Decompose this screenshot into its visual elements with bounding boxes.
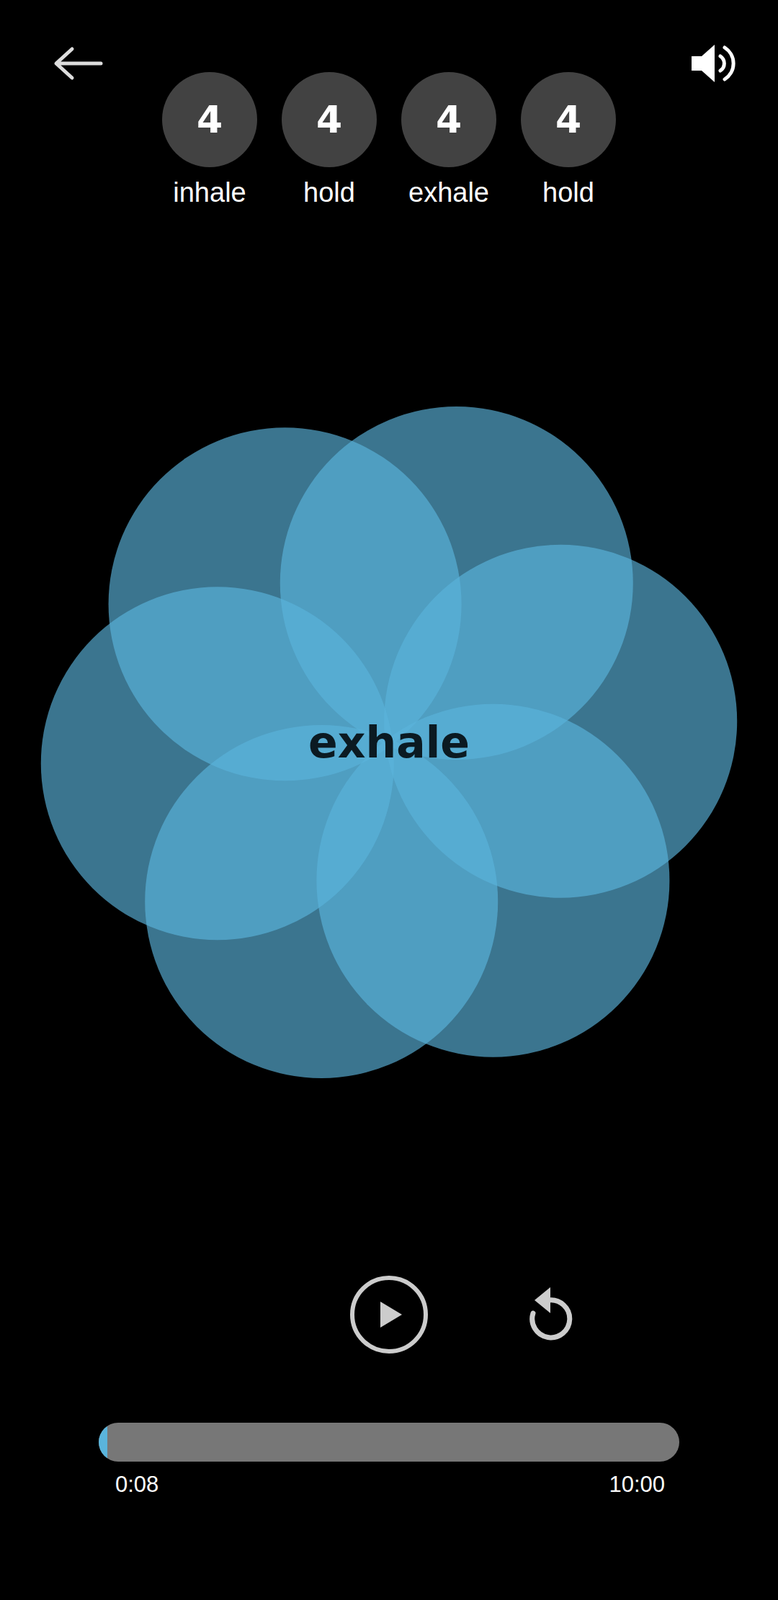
breath-steps: 4 inhale 4 hold 4 exhale 4 hold xyxy=(129,37,649,209)
progress-fill xyxy=(98,1422,108,1461)
phase-label: exhale xyxy=(0,716,778,768)
step-count[interactable]: 4 xyxy=(401,72,497,168)
breathing-screen: 4 inhale 4 hold 4 exhale 4 hold exhale 0:08 10:00 xyxy=(0,0,778,1600)
play-icon xyxy=(348,1273,430,1355)
total-time: 10:00 xyxy=(608,1470,665,1497)
breath-step[interactable]: 4 hold xyxy=(520,72,616,209)
elapsed-time: 0:08 xyxy=(115,1470,159,1497)
step-count[interactable]: 4 xyxy=(162,72,258,168)
back-button[interactable] xyxy=(51,37,104,90)
step-label: hold xyxy=(303,177,356,209)
step-label: hold xyxy=(542,177,595,209)
breath-step[interactable]: 4 hold xyxy=(281,72,377,209)
progress-track[interactable] xyxy=(98,1422,680,1461)
step-count[interactable]: 4 xyxy=(520,72,616,168)
speaker-icon xyxy=(687,37,740,90)
time-row: 0:08 10:00 xyxy=(98,1460,680,1497)
play-button[interactable] xyxy=(348,1273,430,1355)
back-arrow-icon xyxy=(51,46,104,81)
progress: 0:08 10:00 xyxy=(0,1422,778,1497)
restart-icon xyxy=(518,1279,580,1349)
sound-button[interactable] xyxy=(687,37,740,90)
step-label: exhale xyxy=(408,177,490,209)
breath-step[interactable]: 4 exhale xyxy=(401,72,497,209)
controls xyxy=(0,1273,778,1355)
breathing-stage: exhale xyxy=(0,216,778,1268)
restart-button[interactable] xyxy=(518,1279,580,1349)
header: 4 inhale 4 hold 4 exhale 4 hold xyxy=(0,0,778,217)
breath-step[interactable]: 4 inhale xyxy=(162,72,258,209)
step-label: inhale xyxy=(172,177,246,209)
step-count[interactable]: 4 xyxy=(281,72,377,168)
